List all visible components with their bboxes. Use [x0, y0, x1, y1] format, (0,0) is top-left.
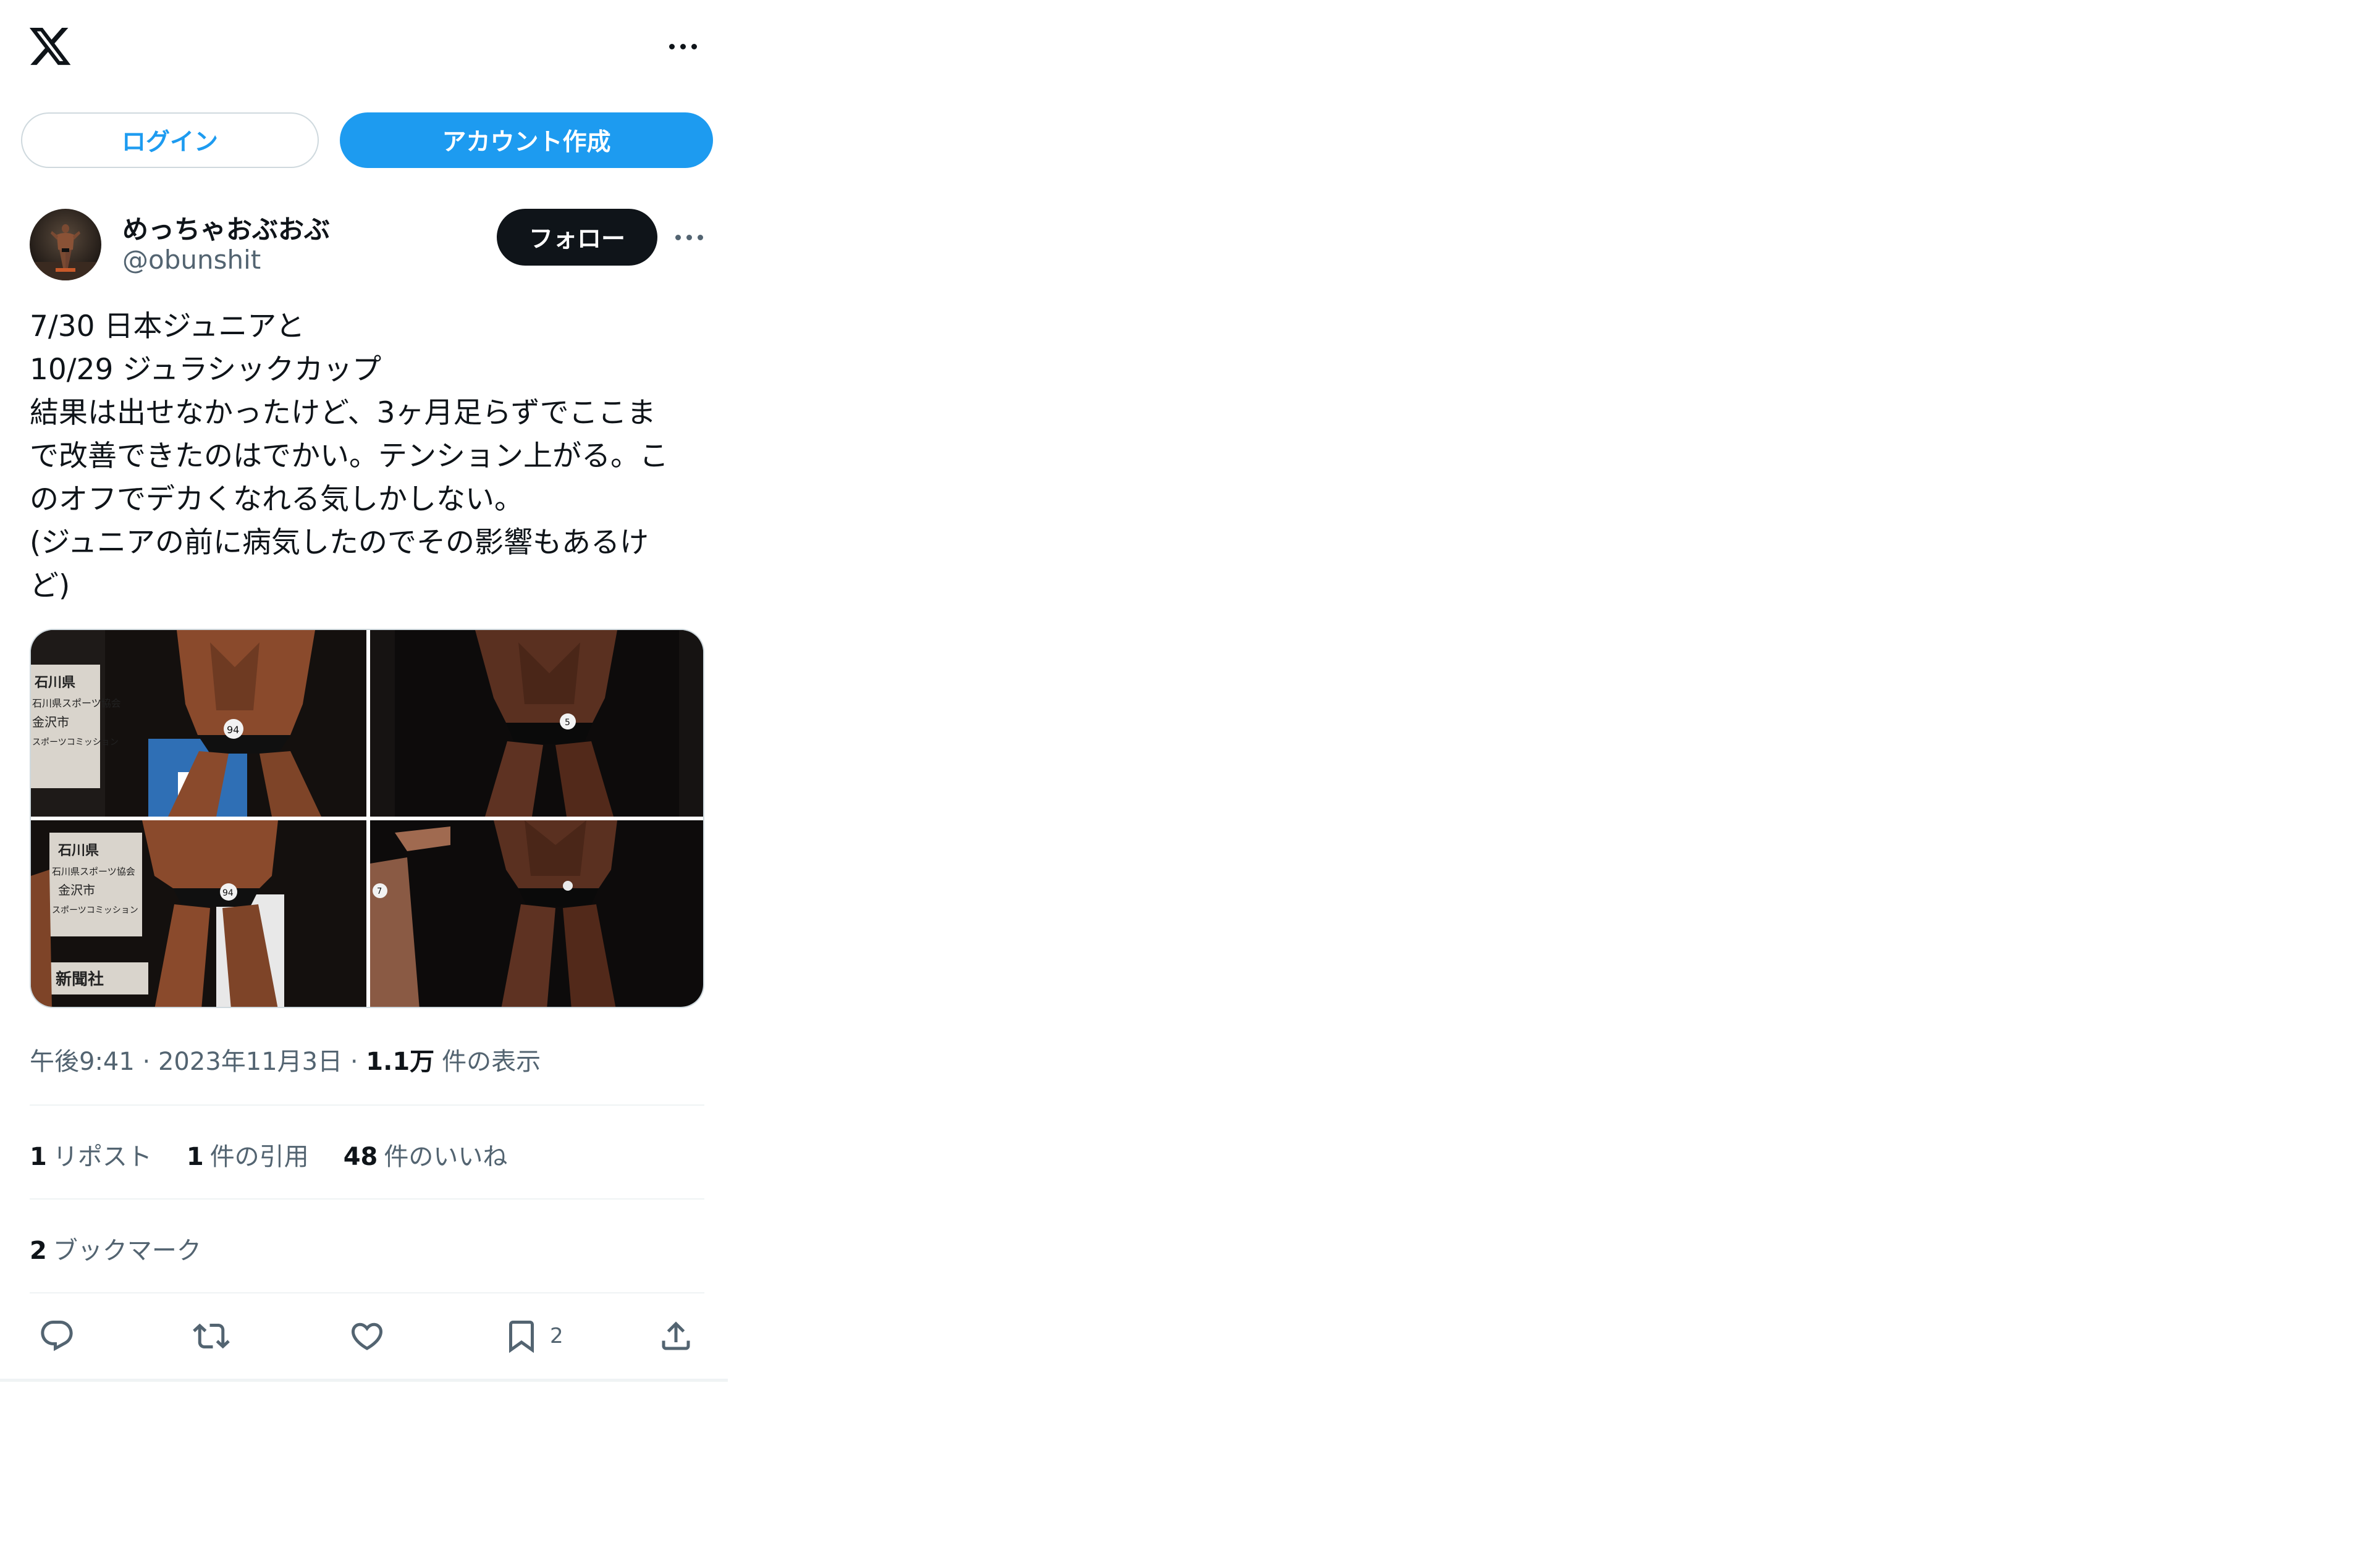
reposts-stat[interactable]: 1 リポスト — [30, 1137, 152, 1172]
divider — [30, 1292, 704, 1293]
reposts-label: リポスト — [53, 1143, 152, 1171]
share-icon — [662, 1321, 690, 1350]
tweet-text: 7/30 日本ジュニアと 10/29 ジュラシックカップ 結果は出せなかったけど… — [30, 305, 703, 608]
tweet-date[interactable]: 2023年11月3日 — [158, 1041, 342, 1077]
tweet-text-line: 結果は出せなかったけど、3ヶ月足らずでここま — [30, 396, 656, 430]
sign-text: スポーツコミッション — [52, 906, 138, 915]
likes-label: 件のいいね — [384, 1143, 508, 1171]
reposts-count: 1 — [30, 1143, 47, 1171]
more-dots-icon[interactable] — [661, 30, 704, 63]
repost-icon — [193, 1323, 230, 1349]
tweet-text-line: のオフでデカくなれる気しかしない。 — [30, 482, 523, 516]
divider — [30, 1104, 704, 1106]
likes-count: 48 — [343, 1143, 378, 1171]
bookmark-button[interactable]: 2 — [503, 1313, 563, 1359]
bib-number: 5 — [565, 718, 570, 728]
tweet-text-line: で改善できたのはでかい。テンション上がる。こ — [30, 439, 669, 473]
media-image-2[interactable]: 5 — [370, 630, 703, 817]
post-more-icon[interactable] — [667, 220, 711, 254]
tweet-meta: 午後9:41 · 2023年11月3日 · 1.1万 件の表示 — [30, 1041, 541, 1077]
tweet-text-line: 10/29 ジュラシックカップ — [30, 353, 382, 387]
quotes-stat[interactable]: 1 件の引用 — [187, 1137, 309, 1172]
share-button[interactable] — [657, 1313, 694, 1359]
bib-number: 94 — [222, 888, 234, 898]
media-image-3[interactable]: 石川県 石川県スポーツ協会 金沢市 スポーツコミッション 新聞社 94 — [31, 820, 366, 1007]
quotes-count: 1 — [186, 1143, 204, 1171]
follow-button[interactable]: フォロー — [497, 209, 657, 266]
likes-stat[interactable]: 48 件のいいね — [344, 1137, 508, 1172]
tweet-text-line: 7/30 日本ジュニアと — [30, 309, 305, 343]
media-image-1[interactable]: 石川県 石川県スポーツ協会 金沢市 スポーツコミッション 94 — [31, 630, 366, 817]
meta-separator: · — [342, 1048, 366, 1076]
tweet-page: ログイン アカウント作成 めっちゃおぶおぶ @obunshit フォロー 7/3… — [0, 0, 728, 1382]
bookmarks-count: 2 — [30, 1237, 47, 1265]
author-handle[interactable]: @obunshit — [122, 245, 261, 275]
create-account-button[interactable]: アカウント作成 — [340, 112, 713, 168]
bib-number: 94 — [227, 724, 239, 736]
bookmark-icon — [509, 1321, 534, 1353]
sign-text: スポーツコミッション — [32, 738, 119, 747]
media-grid: 石川県 石川県スポーツ協会 金沢市 スポーツコミッション 94 5 石川県 石川… — [30, 629, 704, 1008]
author-display-name[interactable]: めっちゃおぶおぶ — [122, 209, 330, 246]
engagement-stats: 1 リポスト 1 件の引用 48 件のいいね — [30, 1137, 507, 1172]
sign-text: 新聞社 — [56, 970, 104, 989]
x-logo-icon[interactable] — [27, 23, 73, 69]
reply-icon — [41, 1321, 73, 1352]
login-button[interactable]: ログイン — [21, 112, 319, 168]
reply-button[interactable] — [38, 1313, 75, 1359]
sign-text: 石川県 — [34, 675, 75, 691]
meta-separator: · — [134, 1048, 158, 1076]
tweet-text-line: (ジュニアの前に病気したのでその影響もあるけ — [30, 526, 649, 560]
tweet-text-line: ど) — [30, 569, 70, 603]
bookmarks-stat: 2 ブックマーク — [30, 1230, 201, 1266]
bib-number: 7 — [377, 887, 382, 896]
bookmark-action-count: 2 — [550, 1324, 563, 1348]
repost-button[interactable] — [193, 1313, 230, 1359]
like-button[interactable] — [348, 1313, 386, 1359]
views-count: 1.1万 — [366, 1048, 435, 1076]
media-image-4[interactable]: 7 — [370, 820, 703, 1007]
sign-text: 石川県 — [57, 843, 99, 859]
divider — [30, 1198, 704, 1200]
tweet-time[interactable]: 午後9:41 — [30, 1041, 135, 1077]
sign-text: 石川県スポーツ協会 — [52, 866, 135, 877]
sign-text: 金沢市 — [58, 883, 95, 898]
views-label: 件の表示 — [442, 1048, 541, 1076]
bookmarks-label: ブックマーク — [53, 1237, 201, 1265]
avatar[interactable] — [30, 209, 101, 280]
like-icon — [351, 1322, 383, 1350]
quotes-label: 件の引用 — [209, 1143, 309, 1171]
sign-text: 金沢市 — [32, 715, 69, 729]
sign-text: 石川県スポーツ協会 — [32, 697, 121, 709]
